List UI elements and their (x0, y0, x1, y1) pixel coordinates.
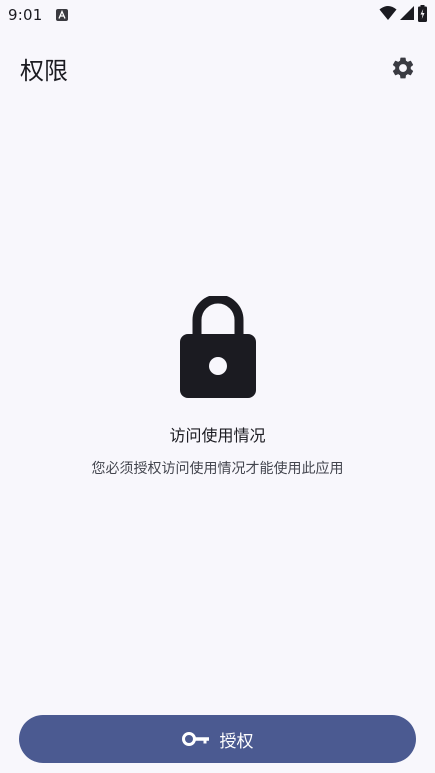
settings-button[interactable] (385, 50, 421, 86)
top-app-bar: 权限 (0, 44, 435, 92)
signal-icon (400, 5, 415, 25)
battery-icon (418, 4, 427, 26)
permission-content: 访问使用情况 您必须授权访问使用情况才能使用此应用 (0, 294, 435, 478)
status-bar: 9:01 (0, 0, 435, 30)
status-right (379, 4, 427, 26)
page-title: 权限 (20, 56, 68, 85)
grant-permission-button[interactable]: 授权 (19, 715, 416, 763)
status-time: 9:01 (8, 6, 43, 24)
permission-screen: 9:01 权限 访问使用情况 您必须授权访问使用情况才能使用此应用 授权 (0, 0, 435, 773)
permission-heading: 访问使用情况 (169, 426, 266, 445)
gear-icon (392, 57, 414, 79)
lock-icon (178, 294, 258, 400)
permission-description: 您必须授权访问使用情况才能使用此应用 (91, 461, 344, 477)
a-letter-badge-icon (56, 6, 69, 25)
key-icon (181, 732, 209, 746)
grant-button-label: 授权 (219, 731, 254, 752)
status-left: 9:01 (8, 6, 69, 25)
wifi-icon (379, 5, 397, 25)
